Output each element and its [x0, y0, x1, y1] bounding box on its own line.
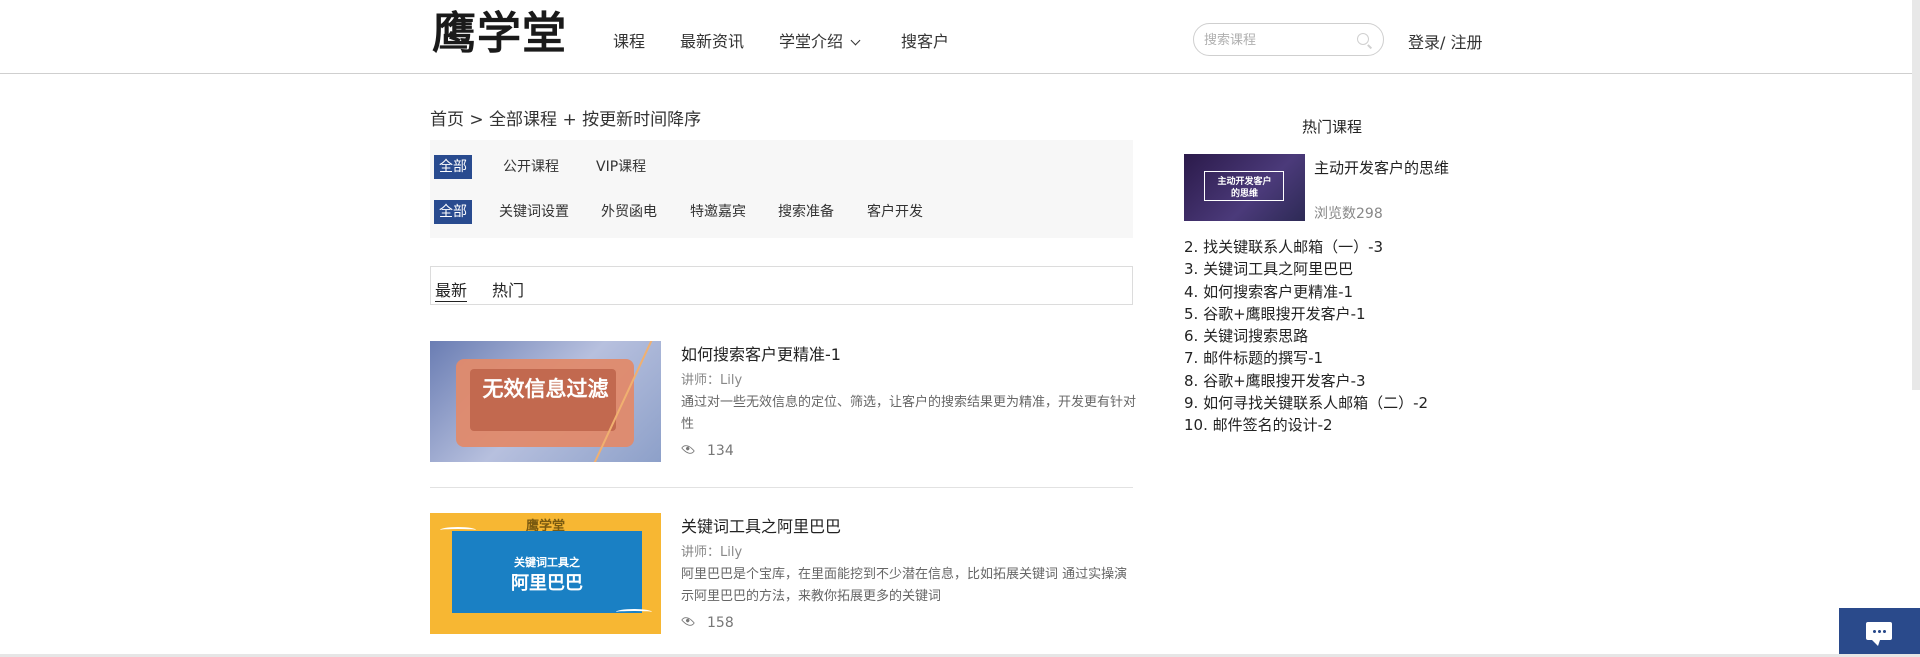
- hot-courses-list: 2. 找关键联系人邮箱（一）-3 3. 关键词工具之阿里巴巴 4. 如何搜索客户…: [1184, 236, 1428, 437]
- page-scrollbar[interactable]: [1912, 0, 1920, 390]
- filter-panel: 全部 公开课程 VIP课程 全部 关键词设置 外贸函电 特邀嘉宾 搜索准备 客户…: [430, 140, 1133, 238]
- hot-course-link[interactable]: 5. 谷歌+鹰眼搜开发客户-1: [1184, 303, 1428, 325]
- course-thumbnail[interactable]: 鹰学堂 关键词工具之 阿里巴巴: [430, 513, 661, 634]
- filter-category-customer-dev[interactable]: 客户开发: [867, 200, 923, 224]
- thumb-text-line2: 阿里巴巴: [511, 573, 583, 594]
- hot-courses-title: 热门课程: [1302, 118, 1363, 136]
- chat-dots: [1872, 630, 1886, 633]
- sort-tab-latest[interactable]: 最新: [435, 277, 468, 302]
- site-logo[interactable]: 鹰学堂: [432, 10, 567, 58]
- course-title[interactable]: 关键词工具之阿里巴巴: [681, 513, 841, 537]
- site-header: 鹰学堂 课程 最新资讯 学堂介绍 搜客户 登录/ 注册: [0, 0, 1920, 74]
- hot-course-link[interactable]: 3. 关键词工具之阿里巴巴: [1184, 258, 1428, 280]
- course-description: 通过对一些无效信息的定位、筛选，让客户的搜索结果更为精准，开发更有针对性: [681, 395, 1137, 432]
- hot-course-thumbnail[interactable]: 主动开发客户 的思维: [1184, 154, 1305, 221]
- course-description: 阿里巴巴是个宝库，在里面能挖到不少潜在信息，比如拓展关键词 通过实操演示阿里巴巴…: [681, 567, 1128, 604]
- hot-course-link[interactable]: 4. 如何搜索客户更精准-1: [1184, 281, 1428, 303]
- nav-item-about[interactable]: 学堂介绍: [779, 32, 861, 52]
- filter-category-correspondence[interactable]: 外贸函电: [601, 200, 657, 224]
- filter-type-all[interactable]: 全部: [434, 155, 472, 179]
- chevron-down-icon: [850, 35, 861, 46]
- course-lecturer: 讲师：Lily: [681, 373, 743, 388]
- course-lecturer: 讲师：Lily: [681, 545, 743, 560]
- eye-icon: [681, 442, 695, 457]
- thumb-text: 无效信息过滤: [482, 377, 609, 401]
- course-thumbnail[interactable]: 无效信息过滤: [430, 341, 661, 462]
- thumb-text-line1: 关键词工具之: [514, 556, 580, 569]
- nav-item-search-customers[interactable]: 搜客户: [901, 32, 949, 52]
- hot-course-link[interactable]: 7. 邮件标题的撰写-1: [1184, 347, 1428, 369]
- filter-type-vip[interactable]: VIP课程: [596, 155, 646, 179]
- eye-icon: [681, 614, 695, 629]
- hot-course-views: 浏览数298: [1314, 206, 1383, 222]
- search-box: [1193, 23, 1384, 56]
- hot-course-link[interactable]: 2. 找关键联系人邮箱（一）-3: [1184, 236, 1428, 258]
- thumb-wave: [440, 527, 476, 533]
- filter-category-search-prep[interactable]: 搜索准备: [778, 200, 834, 224]
- filter-category-keywords[interactable]: 关键词设置: [499, 200, 569, 224]
- chat-widget-button[interactable]: [1839, 608, 1920, 657]
- course-title[interactable]: 如何搜索客户更精准-1: [681, 341, 841, 365]
- search-input[interactable]: [1204, 31, 1354, 49]
- thumb-text-line2: 的思维: [1230, 189, 1258, 199]
- sort-bar: 最新 热门: [430, 266, 1133, 305]
- sort-tab-popular[interactable]: 热门: [492, 277, 524, 301]
- course-views-count: 158: [707, 615, 734, 631]
- hot-course-link[interactable]: 10. 邮件签名的设计-2: [1184, 414, 1428, 436]
- breadcrumb: 首页 > 全部课程 + 按更新时间降序: [430, 110, 702, 130]
- search-icon[interactable]: [1357, 33, 1369, 45]
- hot-course-link[interactable]: 9. 如何寻找关键联系人邮箱（二）-2: [1184, 392, 1428, 414]
- thumb-wave: [616, 609, 652, 615]
- nav-item-about-label: 学堂介绍: [779, 32, 844, 51]
- nav-item-courses[interactable]: 课程: [613, 32, 645, 52]
- course-views: 134: [681, 442, 734, 459]
- login-register-link[interactable]: 登录/ 注册: [1408, 29, 1482, 53]
- filter-type-public[interactable]: 公开课程: [503, 155, 559, 179]
- hot-course-link[interactable]: 6. 关键词搜索思路: [1184, 325, 1428, 347]
- filter-category-guests[interactable]: 特邀嘉宾: [690, 200, 746, 224]
- course-views-count: 134: [707, 443, 734, 459]
- hot-course-link[interactable]: 8. 谷歌+鹰眼搜开发客户-3: [1184, 370, 1428, 392]
- hot-course-title[interactable]: 主动开发客户的思维: [1314, 157, 1449, 178]
- divider: [430, 487, 1133, 488]
- course-views: 158: [681, 614, 734, 631]
- filter-category-all[interactable]: 全部: [434, 200, 472, 224]
- nav-item-news[interactable]: 最新资讯: [680, 32, 744, 52]
